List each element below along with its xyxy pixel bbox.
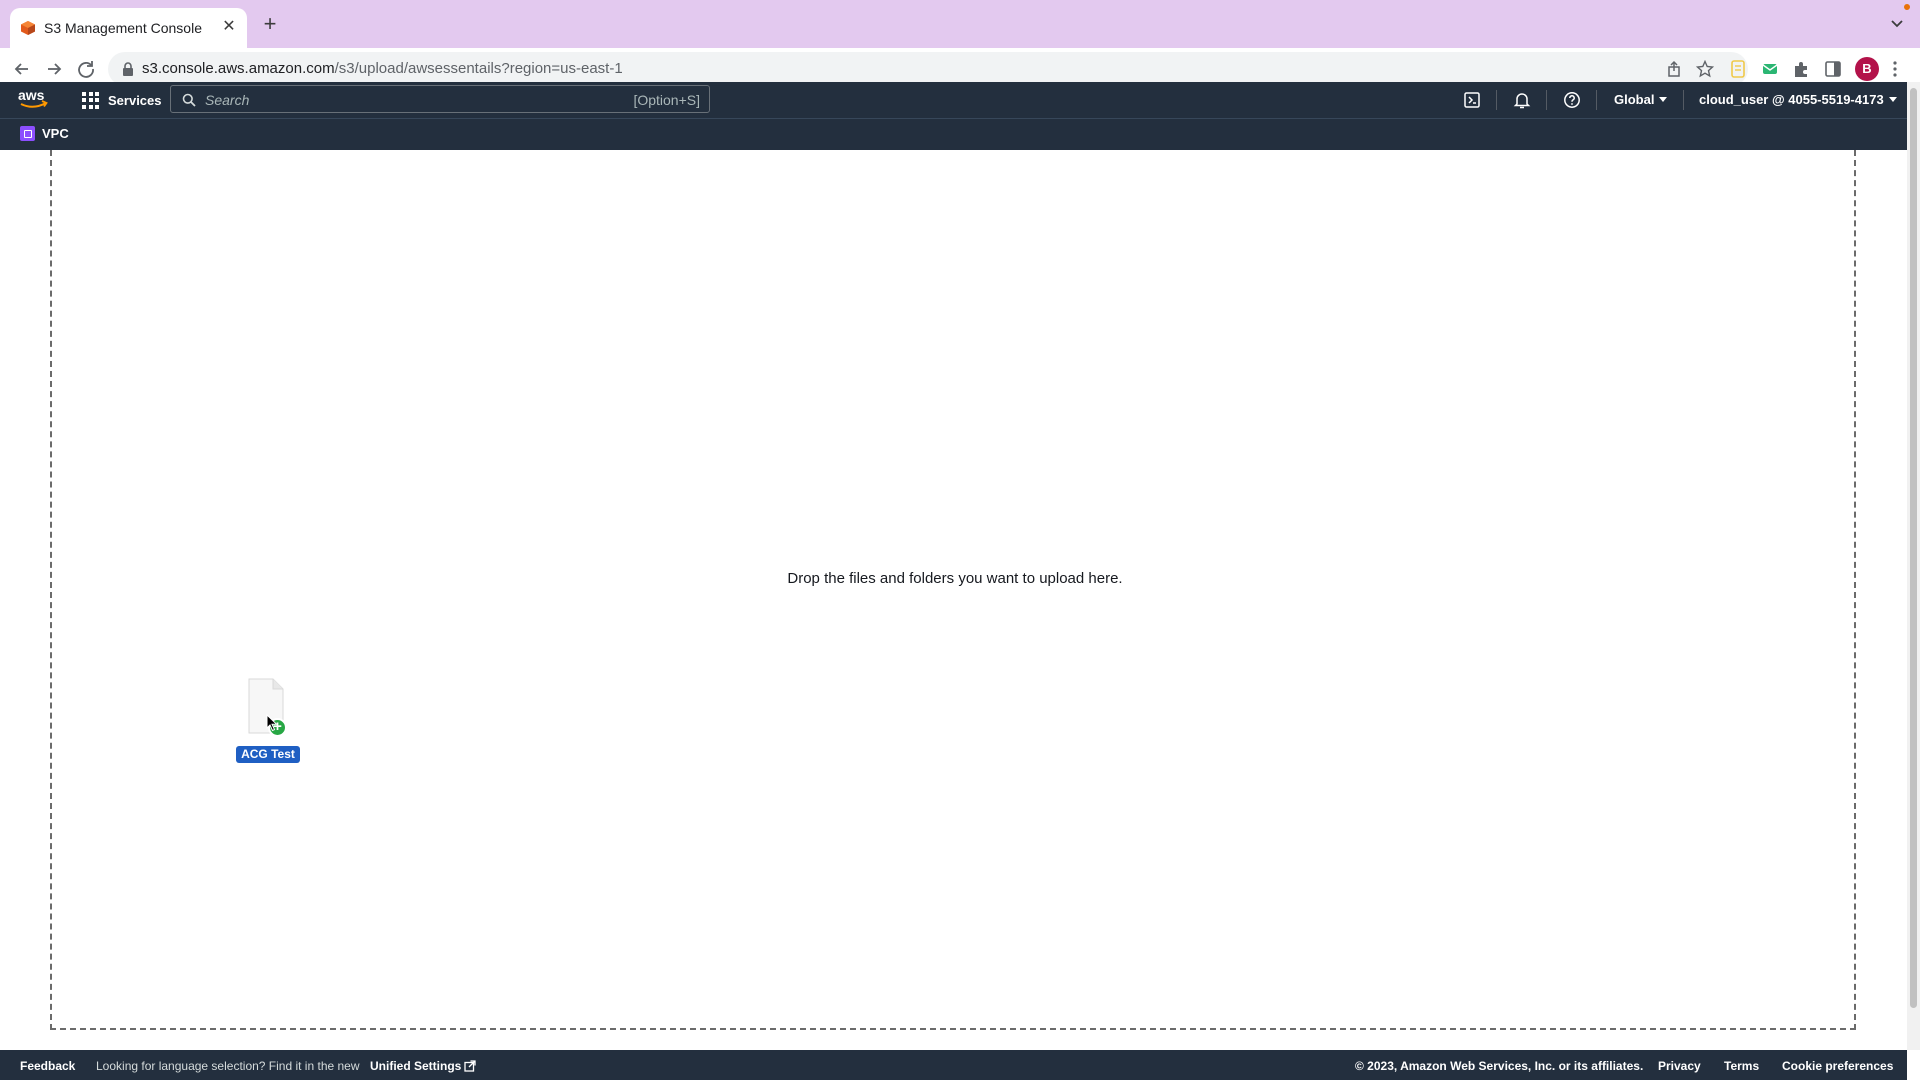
browser-tab[interactable]: S3 Management Console ✕: [10, 8, 247, 48]
region-selector[interactable]: Global: [1614, 92, 1668, 107]
browser-tab-strip: S3 Management Console ✕ +: [0, 0, 1920, 48]
vpc-icon: [20, 126, 35, 141]
url-text: s3.console.aws.amazon.com/s3/upload/awse…: [142, 60, 623, 77]
tab-search-chevron-icon[interactable]: [1888, 14, 1906, 32]
header-divider: [1496, 90, 1497, 110]
aws-search-box[interactable]: [Option+S]: [170, 85, 710, 113]
upload-page-content: Drop the files and folders you want to u…: [0, 150, 1907, 1050]
reload-icon[interactable]: [73, 56, 99, 82]
favorite-vpc-label: VPC: [42, 126, 69, 141]
cloudshell-icon[interactable]: [1463, 91, 1481, 109]
search-icon: [182, 93, 196, 107]
scrollbar-thumb[interactable]: [1910, 88, 1917, 1008]
favorite-vpc[interactable]: VPC: [20, 126, 69, 141]
header-divider: [1683, 90, 1684, 110]
upload-dropzone[interactable]: Drop the files and folders you want to u…: [50, 150, 1856, 1030]
url-host: s3.console.aws.amazon.com: [142, 60, 335, 77]
aws-logo-icon[interactable]: aws: [18, 87, 50, 111]
unified-settings-link[interactable]: Unified Settings: [370, 1059, 476, 1073]
address-bar[interactable]: s3.console.aws.amazon.com/s3/upload/awse…: [108, 52, 1748, 86]
tab-close-icon[interactable]: ✕: [219, 17, 239, 37]
cookie-preferences-link[interactable]: Cookie preferences: [1782, 1059, 1893, 1073]
tab-title: S3 Management Console: [44, 20, 202, 36]
mouse-cursor-icon: [266, 714, 278, 732]
side-panel-icon[interactable]: [1822, 58, 1844, 80]
header-divider: [1596, 90, 1597, 110]
external-link-icon: [464, 1060, 476, 1072]
profile-avatar[interactable]: B: [1855, 57, 1879, 81]
region-label: Global: [1614, 92, 1655, 107]
share-icon[interactable]: [1665, 60, 1683, 78]
svg-text:aws: aws: [18, 87, 45, 103]
copyright-text: © 2023, Amazon Web Services, Inc. or its…: [1355, 1059, 1644, 1073]
header-divider: [1546, 90, 1547, 110]
account-menu[interactable]: cloud_user @ 4055-5519-4173: [1699, 92, 1897, 107]
terms-link[interactable]: Terms: [1724, 1059, 1759, 1073]
feedback-link[interactable]: Feedback: [20, 1059, 75, 1073]
services-label: Services: [108, 92, 162, 108]
unified-settings-label: Unified Settings: [370, 1059, 462, 1073]
caret-down-icon: [1888, 97, 1897, 102]
dropzone-message: Drop the files and folders you want to u…: [787, 570, 1123, 587]
extensions-puzzle-icon[interactable]: [1790, 58, 1812, 80]
browser-menu-icon[interactable]: [1888, 58, 1902, 80]
page-scrollbar[interactable]: [1907, 82, 1920, 1050]
notification-dot: [1904, 4, 1910, 10]
notifications-bell-icon[interactable]: [1513, 91, 1531, 109]
new-tab-icon[interactable]: +: [258, 12, 282, 36]
search-shortcut-hint: [Option+S]: [633, 92, 700, 108]
help-icon[interactable]: [1563, 91, 1581, 109]
aws-footer: Feedback Looking for language selection?…: [0, 1050, 1907, 1080]
back-arrow-icon[interactable]: [9, 56, 35, 82]
extension-mail-icon[interactable]: [1759, 58, 1781, 80]
services-menu-button[interactable]: Services: [82, 88, 162, 112]
extension-notes-icon[interactable]: [1727, 58, 1749, 80]
forward-arrow-icon[interactable]: [41, 56, 67, 82]
account-label: cloud_user @ 4055-5519-4173: [1699, 92, 1884, 107]
search-input[interactable]: [205, 90, 585, 110]
services-grid-icon: [82, 91, 99, 109]
language-notice: Looking for language selection? Find it …: [96, 1059, 360, 1073]
dragged-file-label: ACG Test: [236, 746, 300, 763]
favorites-bar: VPC: [0, 118, 1907, 150]
caret-down-icon: [1659, 97, 1668, 102]
lock-icon: [123, 62, 133, 76]
dragged-file[interactable]: + ACG Test: [236, 678, 300, 778]
bookmark-star-icon[interactable]: [1696, 60, 1714, 78]
privacy-link[interactable]: Privacy: [1658, 1059, 1701, 1073]
s3-favicon-icon: [21, 21, 35, 35]
url-path: /s3/upload/awsessentails?region=us-east-…: [334, 60, 623, 77]
aws-global-header: aws Services [Option+S] Global cloud_use…: [0, 82, 1907, 118]
